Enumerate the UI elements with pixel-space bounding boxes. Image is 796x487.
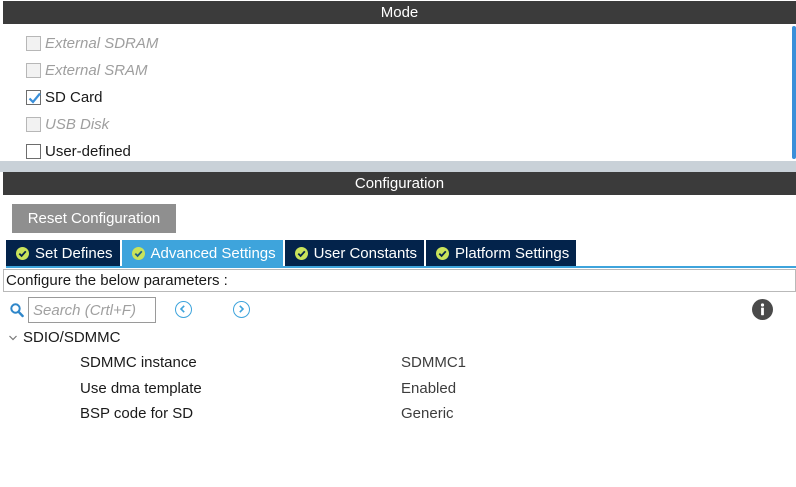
external-sdram-checkbox: [26, 35, 41, 51]
param-value[interactable]: Generic: [401, 405, 454, 422]
mode-option-user-defined[interactable]: User-defined: [26, 139, 131, 161]
tab-set-defines[interactable]: Set Defines: [6, 240, 120, 266]
tab-user-constants[interactable]: User Constants: [284, 240, 425, 266]
tab-advanced-settings[interactable]: Advanced Settings: [121, 240, 283, 266]
parameters-description: Configure the below parameters :: [3, 269, 796, 292]
config-tabs: Set Defines Advanced Settings User Const…: [6, 240, 578, 266]
param-value[interactable]: Enabled: [401, 380, 456, 397]
checkmark-icon: [28, 92, 41, 104]
chevron-right-circle-icon: [239, 305, 245, 313]
info-icon: [760, 303, 765, 316]
tab-platform-settings[interactable]: Platform Settings: [426, 240, 577, 266]
chevron-left-circle-icon: [179, 305, 185, 313]
mode-scrollbar[interactable]: [792, 26, 796, 159]
mode-option-usb-disk: USB Disk: [26, 112, 109, 136]
external-sram-checkbox: [26, 62, 41, 78]
external-sram-label: External SRAM: [45, 61, 148, 79]
parameters-description-text: Configure the below parameters :: [6, 272, 228, 289]
search-input[interactable]: [28, 297, 156, 323]
info-button[interactable]: [752, 299, 773, 320]
mode-title: Mode: [380, 4, 419, 21]
configuration-title: Configuration: [354, 175, 445, 192]
param-row[interactable]: BSP code for SD Generic: [3, 403, 796, 427]
search-next-button[interactable]: [233, 301, 250, 318]
check-circle-icon: [436, 246, 450, 260]
configuration-section-header: Configuration: [3, 172, 796, 195]
sd-card-checkbox[interactable]: [26, 89, 41, 105]
search-icon[interactable]: [10, 303, 24, 318]
param-value[interactable]: SDMMC1: [401, 354, 466, 371]
param-row[interactable]: SDMMC instance SDMMC1: [3, 352, 796, 376]
sd-card-label: SD Card: [45, 88, 103, 106]
mode-section-header: Mode: [3, 1, 796, 24]
check-circle-icon: [131, 246, 145, 260]
param-name: BSP code for SD: [80, 405, 194, 422]
user-defined-label: User-defined: [45, 142, 131, 160]
usb-disk-label: USB Disk: [45, 115, 110, 133]
mode-option-sd-card[interactable]: SD Card: [26, 85, 103, 109]
mode-option-external-sram: External SRAM: [26, 58, 148, 82]
group-title-sdio-sdmmc[interactable]: SDIO/SDMMC: [23, 329, 121, 346]
reset-configuration-button[interactable]: Reset Configuration: [12, 204, 176, 233]
tab-label: Platform Settings: [455, 244, 570, 262]
search-previous-button[interactable]: [175, 301, 192, 318]
tab-label: Set Defines: [35, 244, 113, 262]
param-name: Use dma template: [80, 380, 202, 397]
external-sdram-label: External SDRAM: [45, 34, 159, 52]
section-divider[interactable]: [0, 161, 796, 172]
check-circle-icon: [294, 246, 308, 260]
mode-panel: External SDRAM External SRAM SD Card USB…: [3, 24, 796, 161]
user-defined-checkbox[interactable]: [26, 143, 41, 159]
tab-label: Advanced Settings: [150, 244, 276, 262]
mode-option-external-sdram: External SDRAM: [26, 31, 158, 55]
configuration-panel: Reset Configuration Set Defines Advanced…: [3, 195, 796, 487]
param-name: SDMMC instance: [80, 354, 197, 371]
check-circle-icon: [16, 246, 29, 260]
tabs-underline: [6, 266, 796, 268]
usb-disk-checkbox: [26, 116, 41, 132]
chevron-down-icon[interactable]: [8, 334, 18, 342]
param-row[interactable]: Use dma template Enabled: [3, 378, 796, 402]
tab-label: User Constants: [313, 244, 418, 262]
